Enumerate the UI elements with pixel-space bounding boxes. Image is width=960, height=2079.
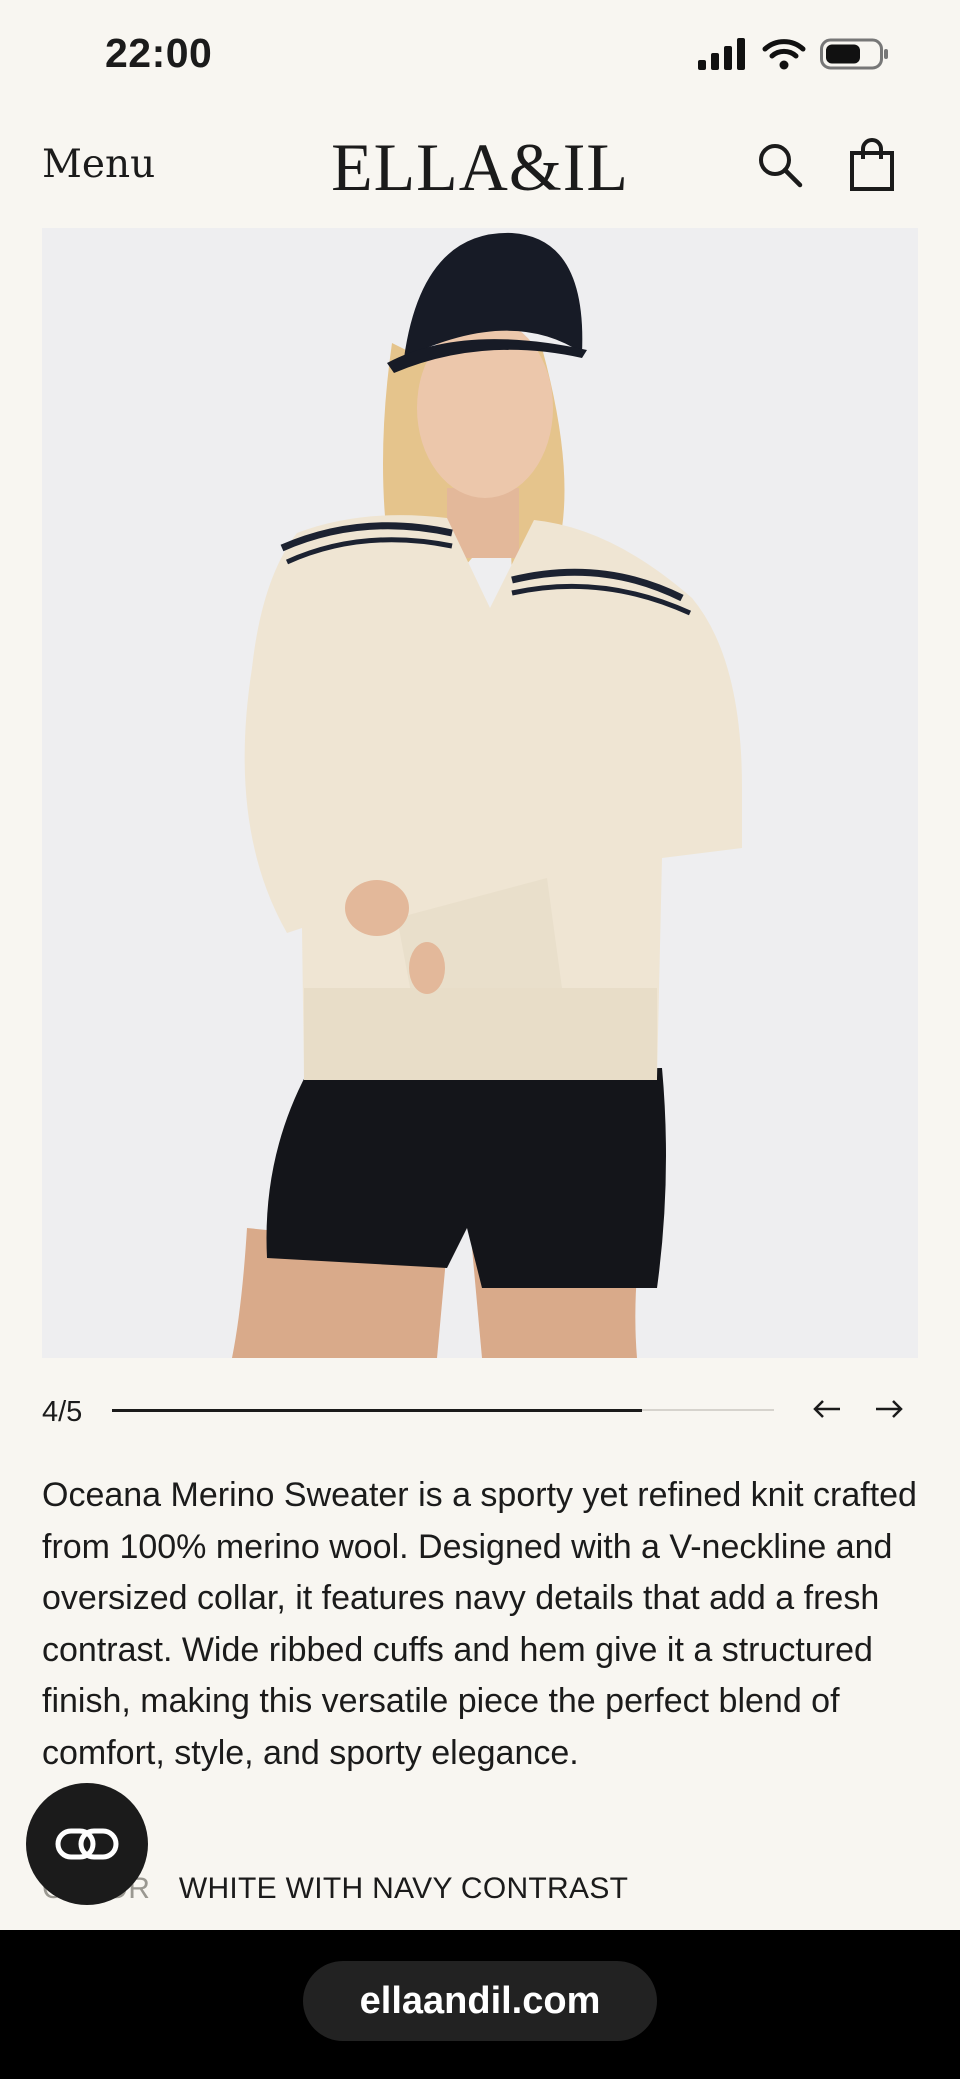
battery-icon <box>820 38 888 70</box>
gallery-counter: 4/5 <box>42 1396 83 1428</box>
next-image-button[interactable] <box>872 1392 906 1426</box>
wifi-icon <box>762 39 806 70</box>
address-bar[interactable]: ellaandil.com <box>303 1961 657 2041</box>
cart-button[interactable] <box>848 138 896 197</box>
search-icon <box>759 144 803 188</box>
product-description: Oceana Merino Sweater is a sporty yet re… <box>42 1476 917 1772</box>
arrow-left-icon <box>813 1400 840 1418</box>
arrow-right-icon <box>876 1400 903 1418</box>
site-header: Menu ELLA&IL <box>0 120 960 210</box>
product-image[interactable] <box>42 228 918 1358</box>
search-button[interactable] <box>755 140 805 195</box>
chat-link-icon <box>55 1828 119 1860</box>
status-time: 22:00 <box>105 30 213 76</box>
model-photo-illustration <box>42 228 918 1358</box>
cellular-signal-icon <box>698 38 745 70</box>
previous-image-button[interactable] <box>810 1392 844 1426</box>
brand-logo[interactable]: ELLA&IL <box>330 128 630 207</box>
gallery-progress-fill <box>112 1408 642 1412</box>
gallery-controls: 4/5 <box>42 1388 918 1432</box>
menu-button[interactable]: Menu <box>42 142 155 187</box>
shopping-bag-icon <box>850 138 894 191</box>
chat-button[interactable] <box>26 1783 148 1905</box>
browser-bottom-bar: ellaandil.com <box>0 1930 960 2079</box>
gallery-progress-track <box>112 1408 774 1412</box>
system-icons <box>698 38 890 70</box>
color-value: WHITE WITH NAVY CONTRAST <box>178 1872 629 1905</box>
status-bar: 22:00 <box>0 0 960 110</box>
